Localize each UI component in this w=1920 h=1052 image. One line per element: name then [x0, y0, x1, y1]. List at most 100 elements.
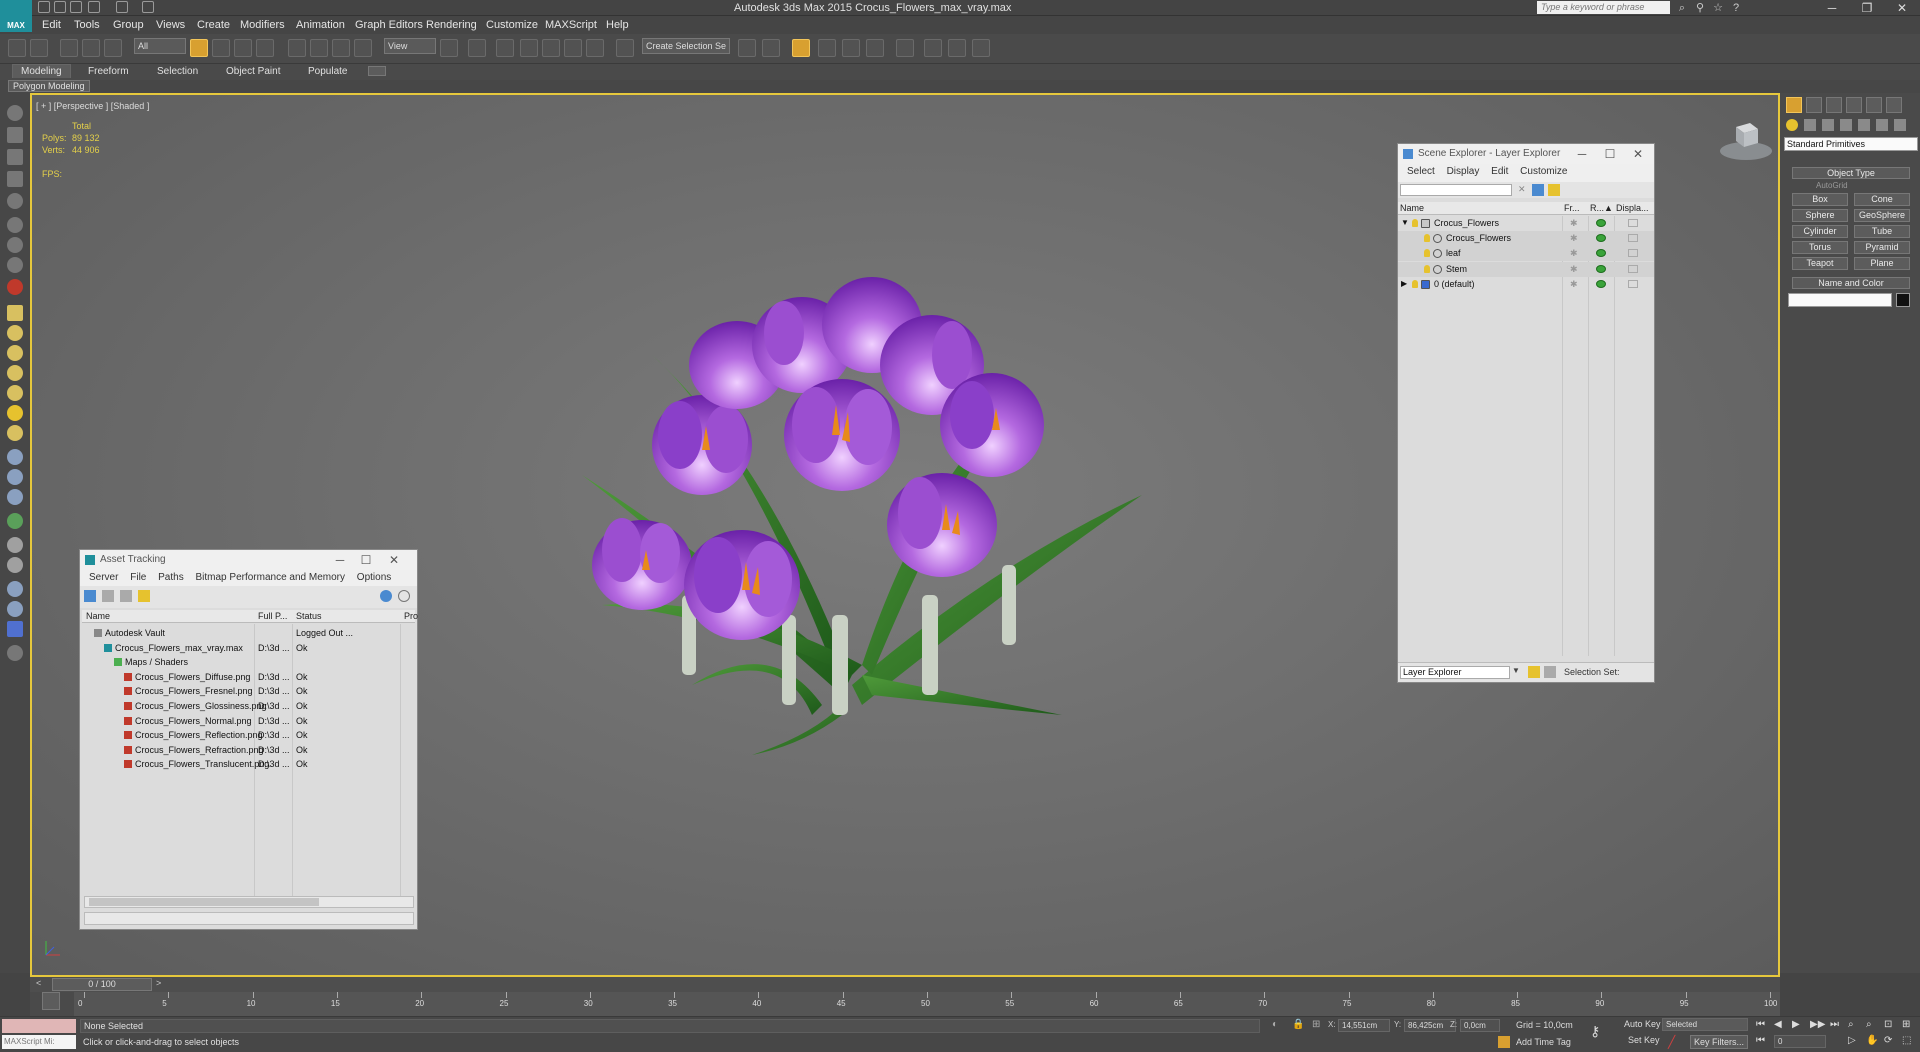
freeze-icon[interactable]: ✱ — [1570, 246, 1578, 260]
menu-file[interactable]: File — [130, 570, 146, 586]
freeze-icon[interactable]: ✱ — [1570, 277, 1578, 291]
helpers-icon[interactable] — [1858, 119, 1870, 131]
maxscript-listener[interactable] — [2, 1019, 76, 1033]
vault-icon[interactable] — [380, 590, 392, 602]
menu-select[interactable]: Select — [1407, 164, 1435, 180]
zoom-icon[interactable]: ⌕ — [1848, 1019, 1862, 1031]
zoom-extents-icon[interactable]: ⊡ — [1884, 1019, 1898, 1031]
menu-edit[interactable]: Edit — [42, 19, 61, 31]
sphere-icon[interactable] — [7, 325, 23, 341]
polygon-modeling-tab[interactable]: Polygon Modeling — [8, 80, 90, 92]
bulb-icon[interactable] — [7, 193, 23, 209]
create-tab-icon[interactable] — [1786, 97, 1802, 113]
ribbon-icon[interactable] — [7, 449, 23, 465]
menu-rendering[interactable]: Rendering — [426, 19, 477, 31]
tab-selection[interactable]: Selection — [157, 66, 198, 77]
bulb-icon[interactable] — [1412, 219, 1418, 227]
redo-icon[interactable] — [30, 39, 48, 57]
camera-icon[interactable] — [7, 257, 23, 273]
object-type-rollout[interactable]: Object Type — [1792, 167, 1910, 179]
menu-bitmap-performance[interactable]: Bitmap Performance and Memory — [196, 570, 346, 586]
globe-icon[interactable] — [7, 581, 23, 597]
orbit-icon[interactable]: ⟳ — [1884, 1035, 1898, 1047]
clear-search-icon[interactable]: ✕ — [1518, 184, 1528, 194]
menu-customize[interactable]: Customize — [486, 19, 538, 31]
autogrid-checkbox[interactable]: AutoGrid — [1816, 181, 1848, 190]
menu-paths[interactable]: Paths — [158, 570, 184, 586]
tab-object-paint[interactable]: Object Paint — [226, 66, 280, 77]
menu-maxscript[interactable]: MAXScript — [545, 19, 597, 31]
horizontal-scrollbar[interactable] — [84, 896, 414, 908]
expand-arrow-icon[interactable]: ▼ — [1401, 216, 1409, 230]
zoom-extents-all-icon[interactable]: ⊞ — [1902, 1019, 1916, 1031]
bulb-icon[interactable] — [1412, 279, 1418, 288]
rect-region-icon[interactable] — [234, 39, 252, 57]
render-setup-icon[interactable] — [948, 39, 966, 57]
primitive-cylinder-button[interactable]: Cylinder — [1792, 225, 1848, 238]
save-icon[interactable] — [70, 1, 82, 13]
help-icon[interactable] — [398, 590, 410, 602]
minimize-icon[interactable]: ─ — [1568, 144, 1596, 164]
asset-tracking-titlebar[interactable]: Asset Tracking ─ ☐ ✕ — [80, 550, 417, 570]
asset-row[interactable]: Crocus_Flowers_Translucent.png D:\3d ... O… — [82, 757, 415, 771]
asset-row[interactable]: Crocus_Flowers_Refraction.png D:\3d ... Ok — [82, 743, 415, 757]
primitive-tube-button[interactable]: Tube — [1854, 225, 1910, 238]
zoom-all-icon[interactable]: ⌕ — [1866, 1019, 1880, 1031]
curve-editor-icon[interactable] — [866, 39, 884, 57]
maximize-icon[interactable]: ☐ — [1596, 144, 1624, 164]
asset-row[interactable]: Crocus_Flowers_Reflection.png D:\3d ... Ok — [82, 728, 415, 742]
object-name-field[interactable] — [1788, 293, 1892, 307]
undo-icon[interactable] — [88, 1, 100, 13]
select-by-name-icon[interactable] — [212, 39, 230, 57]
filter-icon[interactable] — [1532, 184, 1544, 196]
foliage-icon[interactable] — [7, 513, 23, 529]
utilities-tab-icon[interactable] — [1886, 97, 1902, 113]
key-mode-toggle-icon[interactable]: ⏮ — [1756, 1035, 1770, 1047]
track-bar[interactable]: 0 5 10 15 20 25 30 35 40 45 50 55 60 65 70 75 80 85 90 95 10… — [30, 992, 1780, 1016]
chevron-down-icon[interactable]: ▼ — [1512, 666, 1522, 679]
viewport-label[interactable]: [ + ] [Perspective ] [Shaded ] — [36, 101, 149, 111]
open-file-icon[interactable] — [54, 1, 66, 13]
asset-row[interactable]: Crocus_Flowers_Fresnel.png D:\3d ... Ok — [82, 684, 415, 698]
explorer-type-dropdown[interactable]: Layer Explorer — [1400, 666, 1510, 679]
maximize-viewport-icon[interactable]: ⬚ — [1902, 1035, 1916, 1047]
display-box-icon[interactable] — [1628, 264, 1638, 273]
refresh-icon[interactable] — [84, 590, 96, 602]
graphite-toolbar-icon[interactable] — [842, 39, 860, 57]
viewcube-icon[interactable] — [1718, 117, 1774, 163]
col-display[interactable]: Displa... — [1616, 203, 1649, 213]
menu-create[interactable]: Create — [197, 19, 230, 31]
window-crossing-icon[interactable] — [256, 39, 274, 57]
current-frame-field[interactable]: 0 — [1774, 1035, 1826, 1048]
menu-options[interactable]: Options — [357, 570, 391, 586]
spacewarps-icon[interactable] — [1876, 119, 1888, 131]
modify-tab-icon[interactable] — [1806, 97, 1822, 113]
menu-graph-editors[interactable]: Graph Editors — [355, 19, 423, 31]
add-time-tag[interactable]: Add Time Tag — [1516, 1037, 1571, 1047]
primitive-geosphere-button[interactable]: GeoSphere — [1854, 209, 1910, 222]
redo-icon[interactable] — [116, 1, 128, 13]
teapot-red-icon[interactable] — [7, 279, 23, 295]
align-icon[interactable] — [762, 39, 780, 57]
mini-curve-editor-icon[interactable] — [42, 992, 60, 1010]
tab-modeling[interactable]: Modeling — [12, 64, 71, 78]
ribbon-options-icon[interactable] — [368, 66, 386, 76]
hierarchy-icon[interactable] — [1544, 666, 1556, 678]
restore-icon[interactable]: ❐ — [1853, 0, 1881, 16]
layer-explorer-icon[interactable] — [818, 39, 836, 57]
goto-end-icon[interactable]: ⏭ — [1830, 1019, 1844, 1031]
bulb-icon[interactable] — [1424, 234, 1430, 243]
move-icon[interactable] — [288, 39, 306, 57]
menu-edit[interactable]: Edit — [1491, 164, 1508, 180]
reference-coord-dropdown[interactable]: View — [384, 38, 436, 54]
snaps-toggle-icon[interactable] — [520, 39, 538, 57]
select-object-icon[interactable] — [190, 39, 208, 57]
display-box-icon[interactable] — [1628, 234, 1638, 243]
primitive-teapot-button[interactable]: Teapot — [1792, 257, 1848, 270]
asset-row[interactable]: Crocus_Flowers_max_vray.max D:\3d ... Ok — [82, 641, 415, 655]
project-folder-icon[interactable] — [142, 1, 154, 13]
primitive-pyramid-button[interactable]: Pyramid — [1854, 241, 1910, 254]
geometry-icon[interactable] — [1786, 119, 1798, 131]
goto-start-icon[interactable]: ⏮ — [1756, 1019, 1770, 1031]
hierarchy-tab-icon[interactable] — [1826, 97, 1842, 113]
